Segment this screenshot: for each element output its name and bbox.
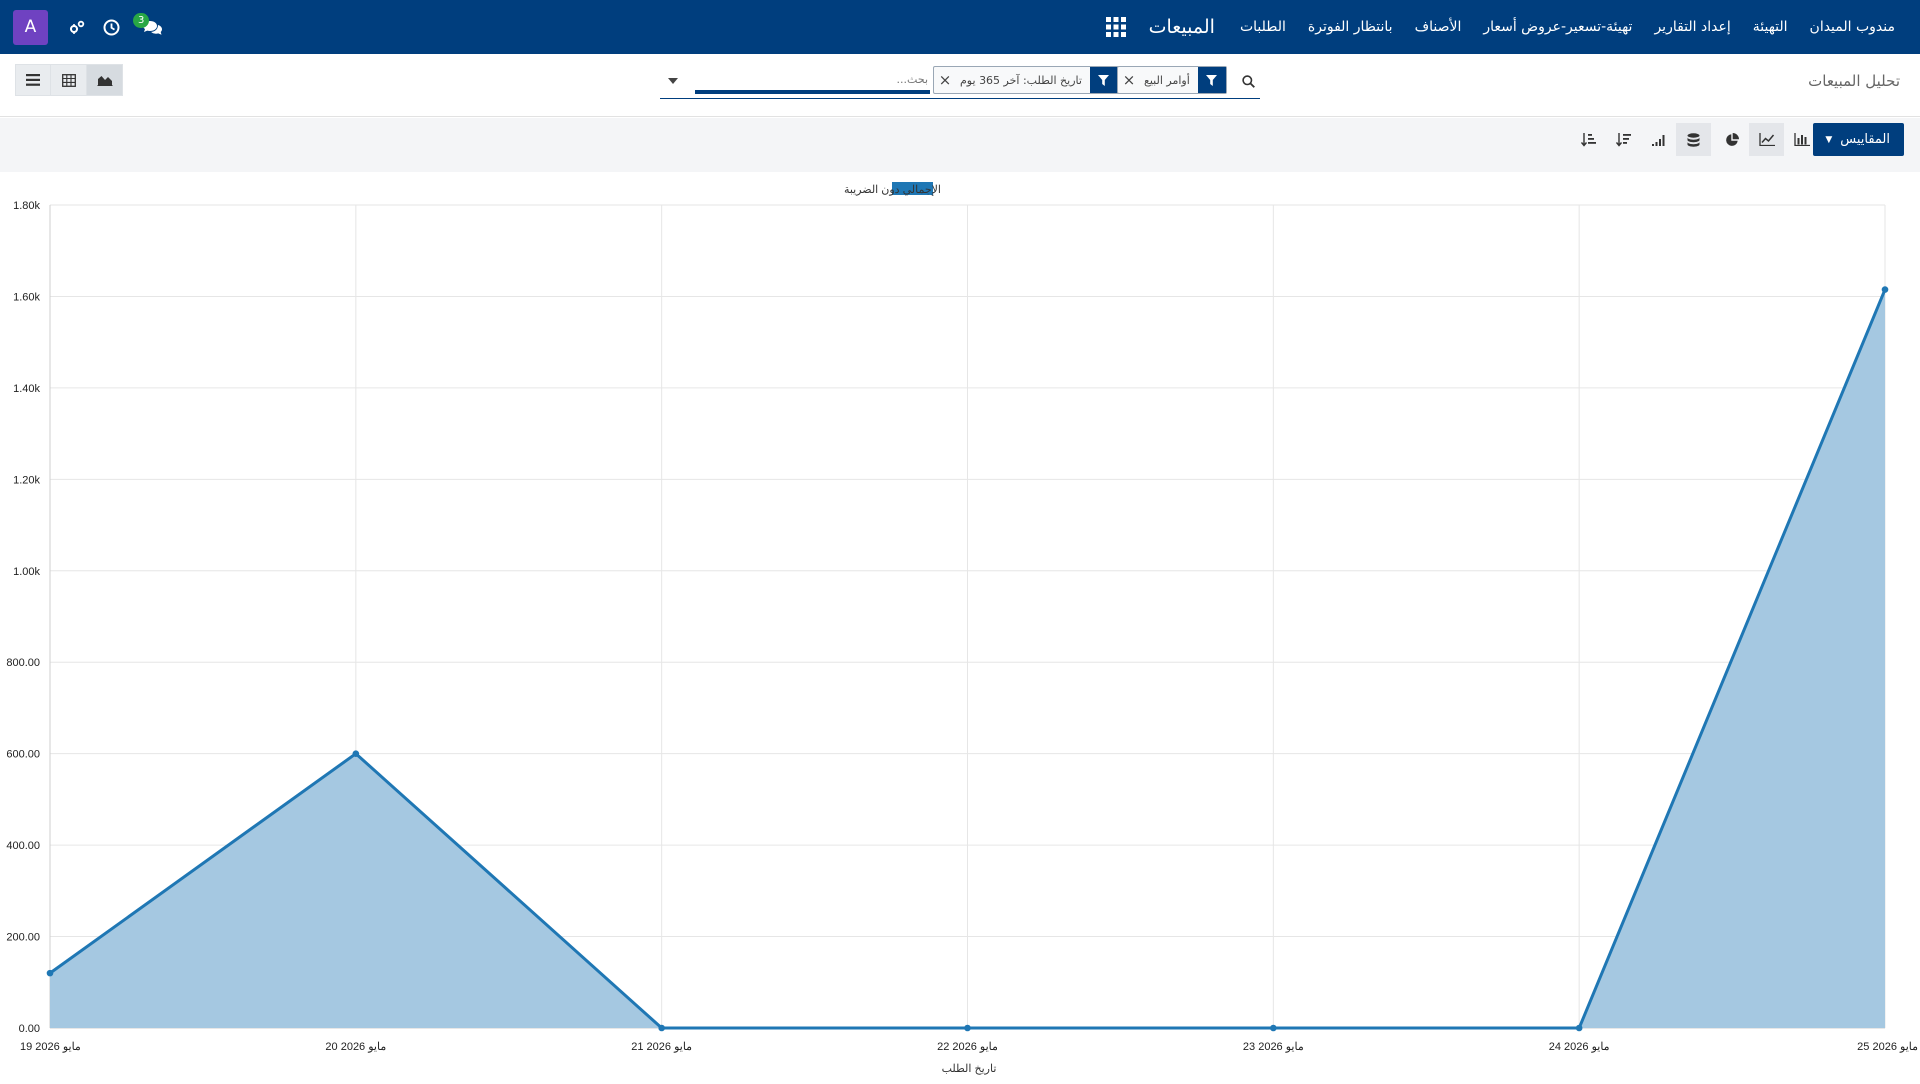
view-switcher [15,64,123,96]
graph-view-button[interactable] [87,64,123,96]
search-bar: × تاريخ الطلب: آخر 365 يوم × أوامر البيع [660,64,1260,99]
stacked-button[interactable] [1676,123,1711,156]
x-tick-label: 22 مايو 2026 [937,1041,998,1053]
pivot-view-icon [61,73,76,87]
cumulative-button[interactable] [1641,123,1676,156]
menu-configuration[interactable]: التهيئة [1753,19,1788,35]
data-point[interactable] [964,1024,971,1032]
pie-chart-button[interactable] [1714,123,1749,156]
menu-orders[interactable]: الطلبات [1240,19,1286,35]
search-icon[interactable] [1236,68,1260,94]
y-tick-label: 1.60k [13,291,40,303]
graph-view-icon [97,76,112,86]
area-chart: 0.00 200.00 400.00 600.00 800.00 1.00k 1.20k 1.… [6,182,1918,1075]
y-tick-label: 1.20k [13,474,40,486]
menu-to-invoice[interactable]: بانتظار الفوترة [1308,19,1393,35]
cumulative-icon [1652,134,1665,146]
x-tick-label: 25 مايو 2026 [1857,1041,1918,1053]
top-navbar: A 3 المبيعات الطلبات بانتظار الفوترة الأ… [0,0,1920,54]
pivot-view-button[interactable] [51,64,87,96]
sort-descending-icon [1616,132,1631,147]
facet-order-date: × تاريخ الطلب: آخر 365 يوم [933,66,1119,94]
legend-label: الإجمالي دون الضريبة [844,184,941,196]
caret-down-icon: ▼ [1825,134,1833,145]
remove-facet-icon[interactable]: × [1118,67,1140,93]
x-tick-label: 24 مايو 2026 [1549,1041,1610,1053]
y-tick-label: 200.00 [6,932,40,944]
search-input[interactable] [695,68,930,94]
systray: A 3 [0,0,172,54]
line-chart-button[interactable] [1749,123,1784,156]
x-tick-label: 19 مايو 2026 [20,1041,81,1053]
y-tick-label: 800.00 [6,657,40,669]
app-brand[interactable]: المبيعات [1149,16,1215,38]
stacked-icon [1687,132,1700,147]
x-axis-label: تاريخ الطلب [942,1063,997,1075]
sort-descending-button[interactable] [1606,123,1641,156]
y-tick-label: 400.00 [6,840,40,852]
data-point[interactable] [658,1024,665,1032]
facet-sales-orders: × أوامر البيع [1117,66,1227,94]
sort-ascending-button[interactable] [1571,123,1606,156]
y-tick-label: 600.00 [6,749,40,761]
x-tick-label: 23 مايو 2026 [1243,1041,1304,1053]
measures-label: المقاييس [1840,132,1890,147]
bar-chart-button[interactable] [1784,123,1819,156]
data-point[interactable] [46,969,54,977]
chart-legend[interactable]: الإجمالي دون الضريبة [844,182,941,196]
settings-icon[interactable] [62,0,92,54]
main-menu: المبيعات الطلبات بانتظار الفوترة الأصناف… [1099,0,1920,54]
apps-icon[interactable] [1099,0,1133,54]
pie-chart-icon [1725,132,1739,146]
page-title: تحليل المبيعات [1808,72,1900,90]
menu-field-service[interactable]: مندوب الميدان [1810,19,1895,35]
messaging-menu[interactable]: 3 [132,0,172,54]
measures-dropdown[interactable]: المقاييس ▼ [1813,123,1904,156]
data-point[interactable] [1575,1024,1583,1032]
data-point[interactable] [1270,1024,1277,1032]
menu-reporting[interactable]: إعداد التقارير [1654,19,1730,35]
data-point[interactable] [352,750,360,757]
y-tick-label: 1.80k [13,200,40,212]
caret-down-icon [668,78,678,84]
graph-toolbar: المقاييس ▼ [0,118,1920,172]
list-view-button[interactable] [15,64,51,96]
y-tick-label: 1.40k [13,383,40,395]
list-view-icon [26,74,40,86]
line-chart-icon [1758,133,1775,146]
y-tick-label: 0.00 [19,1023,40,1035]
clock-icon[interactable] [96,0,126,54]
y-tick-label: 1.00k [13,566,40,578]
facet-label: تاريخ الطلب: آخر 365 يوم [960,73,1082,87]
user-avatar[interactable]: A [13,9,48,45]
menu-products[interactable]: الأصناف [1415,19,1462,35]
graph-chart: 0.00 200.00 400.00 600.00 800.00 1.00k 1.20k 1.… [0,172,1920,1080]
search-options-toggle[interactable] [660,66,686,96]
menu-pricing-quotations[interactable]: تهيئة-تسعير-عروض أسعار [1483,19,1632,35]
control-panel: تحليل المبيعات × تاريخ الطلب: آخر 365 يو… [0,54,1920,117]
x-tick-label: 21 مايو 2026 [631,1041,692,1053]
filter-icon [1197,67,1226,93]
facet-label: أوامر البيع [1144,73,1190,87]
graph-mode-buttons [1571,123,1819,156]
remove-facet-icon[interactable]: × [934,67,956,93]
sort-ascending-icon [1581,132,1596,147]
x-tick-label: 20 مايو 2026 [325,1041,386,1053]
data-point[interactable] [1881,286,1889,293]
bar-chart-icon [1793,133,1810,146]
filter-icon [1089,67,1118,93]
